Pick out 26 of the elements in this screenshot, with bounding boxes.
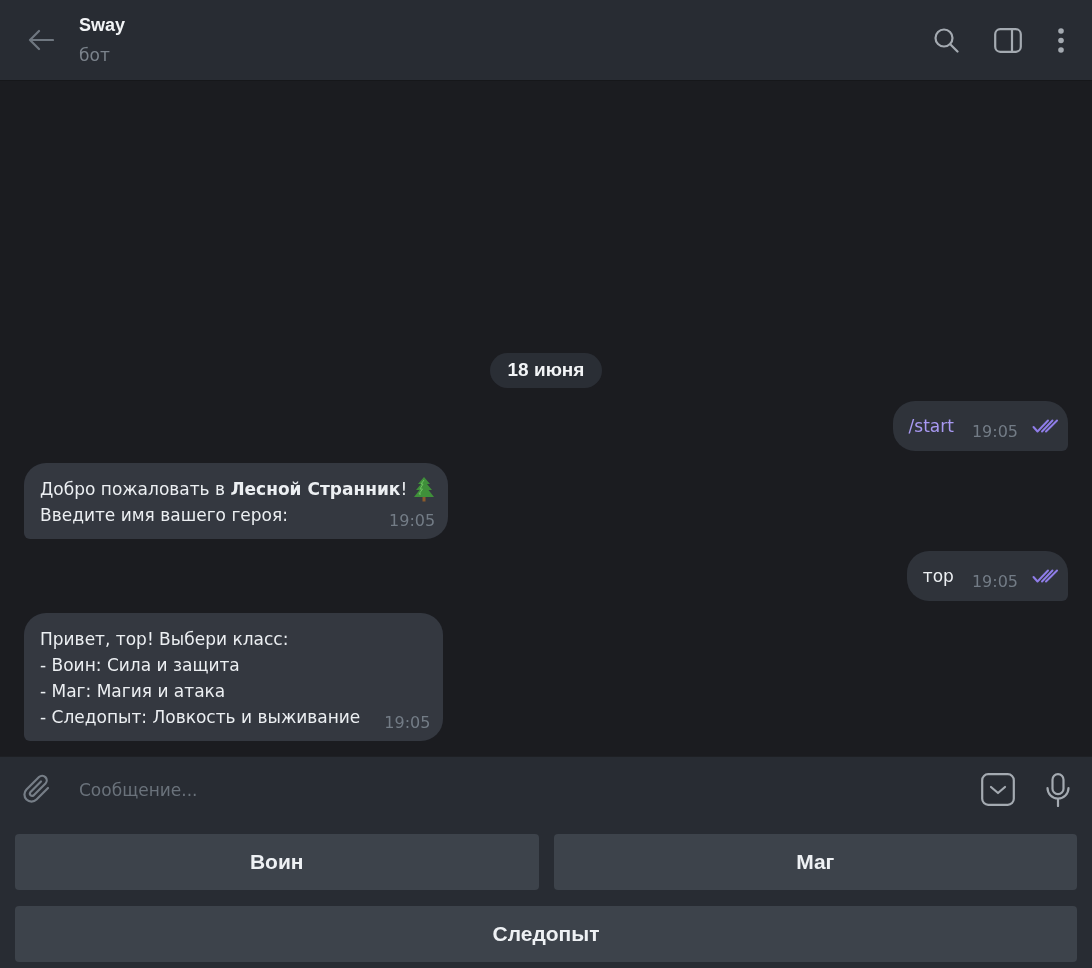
microphone-icon[interactable] xyxy=(1046,772,1070,807)
message-text: - Следопыт: Ловкость и выживание xyxy=(40,706,361,729)
message-time: 19:05 xyxy=(971,572,1018,592)
message-input[interactable]: Сообщение... xyxy=(79,774,961,805)
keyboard-button[interactable]: Следопыт xyxy=(15,906,1077,962)
chat-title: Sway xyxy=(79,14,126,36)
paperclip-icon[interactable] xyxy=(22,773,52,806)
bot-command-link[interactable]: /start xyxy=(908,413,954,439)
message-time: 19:05 xyxy=(971,422,1018,442)
message-text: Введите имя вашего героя: xyxy=(40,504,288,527)
message-time: 19:05 xyxy=(384,713,431,733)
back-arrow-icon[interactable] xyxy=(28,29,54,51)
search-icon[interactable] xyxy=(934,27,959,53)
message-time: 19:05 xyxy=(389,511,436,531)
date-badge: 18 июня xyxy=(489,353,603,388)
message-text: - Маг: Магия и атака xyxy=(40,680,226,703)
keyboard-button[interactable]: Воин xyxy=(15,834,539,890)
message-text: - Воин: Сила и защита xyxy=(40,654,240,677)
more-options-icon[interactable] xyxy=(1058,27,1064,53)
keyboard-toggle-icon[interactable] xyxy=(981,773,1015,806)
message-text: Привет, тор! Выбери класс: xyxy=(40,628,289,651)
chat-subtitle: бот xyxy=(79,44,111,66)
keyboard-button[interactable]: Маг xyxy=(553,834,1077,890)
side-panel-icon[interactable] xyxy=(994,27,1022,53)
message-text: Добро пожаловать в Лесной Странник! xyxy=(40,478,408,501)
message-text: тор xyxy=(922,565,954,588)
